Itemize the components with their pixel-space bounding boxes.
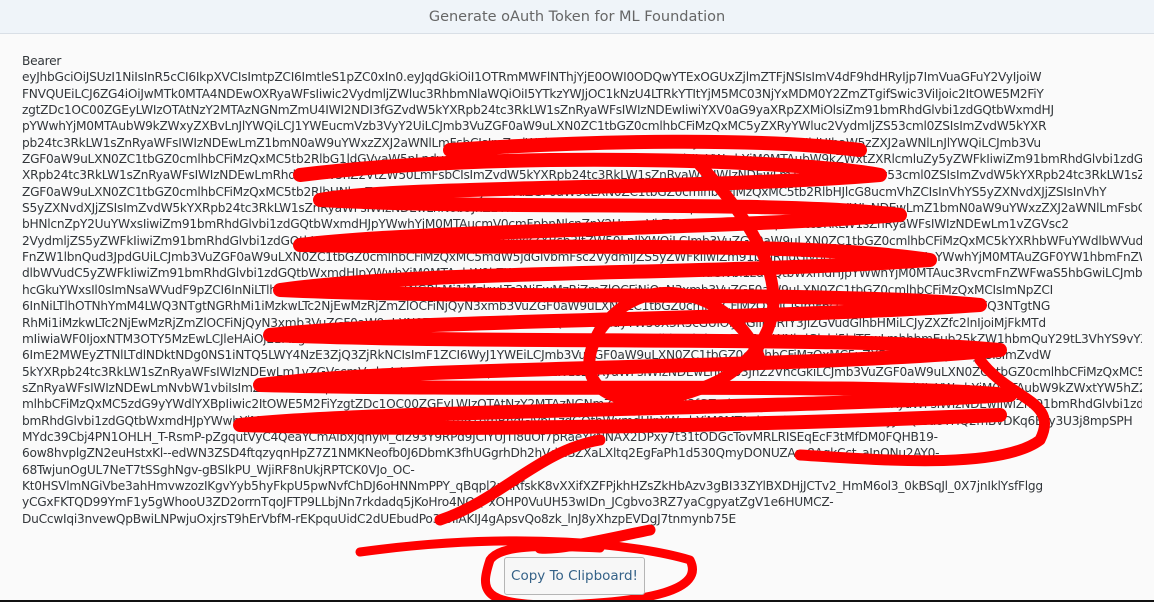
token-line: eyJhbGciOiJSUzI1NiIsInR5cCI6IkpXVCIsImtp… [22, 70, 1042, 85]
token-line: 6ImE2MWEyZTNlLTdlNDktNDg0NS1iNTQ5LWY4NzE… [22, 348, 1051, 363]
dialog-title: Generate oAuth Token for ML Foundation [428, 8, 726, 25]
token-line: XRpb24tc3RkLW1sZnRyaWFsIWIzNDEwLmRhdGFtY… [22, 168, 1142, 183]
token-line: DuCcwIqi3nvewQpBwiLNPwjuOxjrsT9hErVbfM-r… [22, 511, 736, 526]
token-line: zgtZDc1OC00ZGEyLWIzOTAtNzY2MTAzNGNmZmU4I… [22, 103, 1054, 118]
token-line: mlhbCFiMzQxMC5zdG9yYWdlYXBpIiwic2ItOWE5M… [22, 397, 1142, 412]
token-line: pYWwhYjM0MTAubW9kZWxyZXBvLnJlYWQiLCJ1YWE… [22, 119, 1047, 134]
token-line: 6ow8hvplgZN2euHstxKl--edWN3ZSD4ftqzyqnHp… [22, 446, 940, 461]
token-line: bHNlcnZpY2UuYWxsIiwiZm91bmRhdGlvbi1zdGQt… [22, 217, 1069, 232]
token-line: hcGkuYWxsIl0sImNsaWVudF9pZCI6InNiLTlhOTN… [22, 282, 1053, 297]
token-line: bmRhdGlvbi1zdGQtbWxmdHJpYWwhYjM0MTAubW9k… [22, 413, 1133, 428]
token-line: 5kYXRpb24tc3RkLW1sZnRyaWFsIWIzNDEwLm1vZG… [22, 364, 1142, 379]
token-line: sZnRyaWFsIWIzNDEwLmNvbW1vbiIsImZvdW5kYXR… [22, 380, 1142, 395]
token-line: FNVQUEiLCJ6ZG4iOiJwMTk0MTA4NDEwOXRyaWFsI… [22, 86, 1044, 101]
token-line: yCGxFKTQD99YmF1y5gWhooU3ZD2orrnTqoJFTP9L… [22, 495, 834, 510]
token-line: mIiwiaWF0IjoxNTM3OTY5MzEwLCJleHAiOjE1Mzg… [22, 331, 1142, 346]
token-line: FnZW1lbnQud3JpdGUiLCJmb3VuZGF0aW9uLXN0ZC… [22, 250, 1142, 265]
token-line: 2VydmljZS5yZWFkIiwiZm91bmRhdGlvbi1zdGQtb… [22, 233, 1142, 248]
token-text: eyJhbGciOiJSUzI1NiIsInR5cCI6IkpXVCIsImtp… [22, 69, 1142, 527]
token-line: dlbWVudC5yZWFkIiwiZm91bmRhdGlvbi1zdGQtbW… [22, 266, 1142, 281]
bottom-area [0, 602, 1154, 612]
token-line: RhMi1iMzkwLTc2NjEwMzRjZmZlOCFiNjQyN3xmb3… [22, 315, 1046, 330]
token-prefix: Bearer [22, 54, 62, 68]
token-content: Bearer eyJhbGciOiJSUzI1NiIsInR5cCI6IkpXV… [22, 53, 1142, 527]
token-line: ZGF0aW9uLXN0ZC1tbGZ0cmlhbCFiMzQxMC5tb2Rl… [22, 184, 1107, 199]
dialog-header: Generate oAuth Token for ML Foundation [0, 0, 1154, 34]
token-line: pb24tc3RkLW1sZnRyaWFsIWIzNDEwLmZ1bmN0aW9… [22, 135, 1041, 150]
token-line: 6InNiLTlhOTNhYmM4LWQ3NTgtNGRhMi1iMzkwLTc… [22, 299, 1051, 314]
token-line: Kt0HSVlmNGiVbe3ahHmvwzozIKgvYyb5hyFkpU5p… [22, 478, 1043, 493]
token-line: 68TwjunOgUL7NeT7tSSghNgv-gBSlkPU_WjiRF8n… [22, 462, 415, 477]
token-line: S5yZXNvdXJjZSIsImZvdW5kYXRpb24tc3RkLW1sZ… [22, 201, 1142, 216]
token-line: MYdc39Cbj4PN1OHLH_T-RsmP-pZgqutVyC4QeaYC… [22, 429, 938, 444]
token-line: ZGF0aW9uLXN0ZC1tbGZ0cmlhbCFiMzQxMC5tb2Rl… [22, 152, 1142, 167]
copy-to-clipboard-button[interactable]: Copy To Clipboard! [504, 557, 645, 595]
